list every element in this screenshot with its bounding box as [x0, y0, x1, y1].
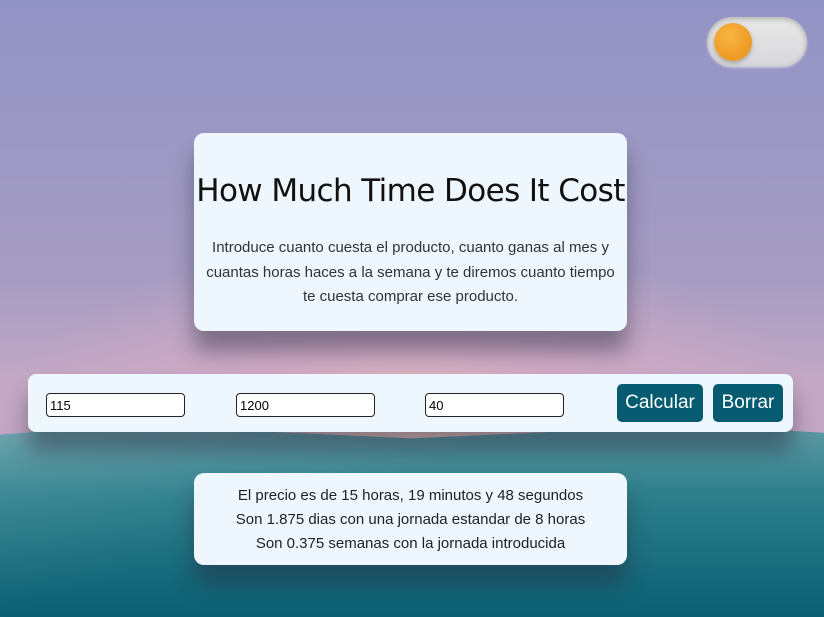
price-input[interactable]	[46, 393, 185, 417]
calculate-button[interactable]: Calcular	[617, 384, 703, 422]
result-line-days: Son 1.875 dias con una jornada estandar …	[235, 511, 586, 528]
clear-button[interactable]: Borrar	[713, 384, 783, 422]
result-card: El precio es de 15 horas, 19 minutos y 4…	[194, 473, 627, 565]
weekly-hours-input[interactable]	[425, 393, 564, 417]
page-title: How Much Time Does It Cost	[196, 173, 625, 209]
intro-card: How Much Time Does It Cost Introduce cua…	[194, 133, 627, 331]
result-line-weeks: Son 0.375 semanas con la jornada introdu…	[255, 535, 566, 552]
theme-toggle[interactable]	[707, 17, 807, 67]
intro-description: Introduce cuanto cuesta el producto, cua…	[206, 239, 615, 305]
toggle-knob	[714, 23, 752, 61]
monthly-salary-input[interactable]	[236, 393, 375, 417]
result-line-hours: El precio es de 15 horas, 19 minutos y 4…	[237, 487, 584, 504]
calculator-form: Calcular Borrar	[28, 374, 793, 432]
